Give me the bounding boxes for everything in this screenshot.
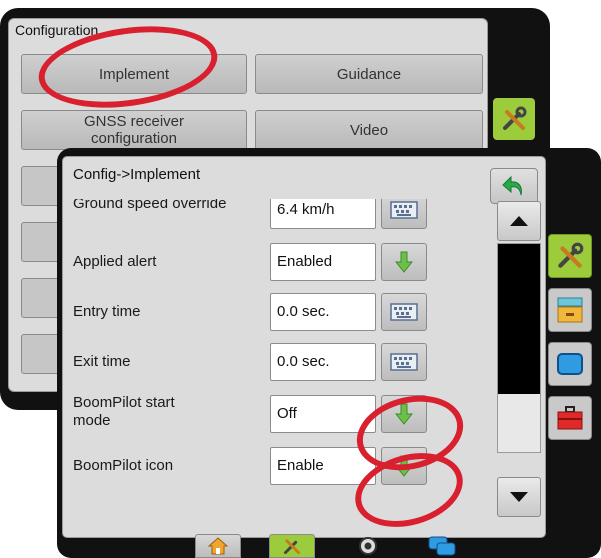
keyboard-icon xyxy=(390,201,418,219)
target-button[interactable] xyxy=(345,534,391,558)
row-label: Ground speed override xyxy=(73,199,227,212)
scrollbar-thumb[interactable] xyxy=(498,244,540,394)
tools-nav-button[interactable] xyxy=(269,534,315,558)
back-button[interactable] xyxy=(490,168,538,204)
video-button-label: Video xyxy=(349,121,389,139)
data-drawer-icon xyxy=(557,297,583,323)
display-button[interactable] xyxy=(548,342,592,386)
list-item: Applied alert Enabled xyxy=(63,241,495,287)
settings-list[interactable]: Ground speed override 6.4 km/h Applied a… xyxy=(63,199,495,499)
home-button[interactable] xyxy=(195,534,241,558)
list-item: Ground speed override 6.4 km/h xyxy=(63,199,495,233)
keyboard-button[interactable] xyxy=(381,343,427,381)
row-label: Entry time xyxy=(73,303,141,320)
value-field[interactable]: 0.0 sec. xyxy=(270,293,376,331)
toolbox-button[interactable] xyxy=(548,396,592,440)
keyboard-icon xyxy=(390,303,418,321)
gnss-receiver-configuration-button[interactable]: GNSS receiver configuration xyxy=(21,110,247,150)
data-drawer-button[interactable] xyxy=(548,288,592,332)
dropdown-button[interactable] xyxy=(381,395,427,433)
list-item: BoomPilot start mode Off xyxy=(63,391,495,437)
target-icon xyxy=(359,537,377,555)
down-arrow-icon xyxy=(510,492,528,502)
tools-tab-button[interactable] xyxy=(548,234,592,278)
scroll-up-button[interactable] xyxy=(497,201,541,241)
green-down-arrow-icon xyxy=(394,251,414,273)
value-field[interactable]: 0.0 sec. xyxy=(270,343,376,381)
value-field[interactable]: Enabled xyxy=(270,243,376,281)
row-label: Exit time xyxy=(73,353,131,370)
tools-icon xyxy=(283,539,301,555)
tools-tab-button[interactable] xyxy=(493,98,535,140)
dropdown-button[interactable] xyxy=(381,447,427,485)
list-item: Entry time 0.0 sec. xyxy=(63,291,495,337)
implement-button-label: Implement xyxy=(98,65,170,83)
value-field[interactable]: 6.4 km/h xyxy=(270,199,376,229)
video-button[interactable]: Video xyxy=(255,110,483,150)
blue-screen-icon xyxy=(557,353,583,375)
keyboard-icon xyxy=(390,353,418,371)
list-item: Exit time 0.0 sec. xyxy=(63,341,495,387)
keyboard-button[interactable] xyxy=(381,293,427,331)
scroll-down-button[interactable] xyxy=(497,477,541,517)
row-label: BoomPilot start mode xyxy=(73,394,175,429)
list-item: BoomPilot icon Enable xyxy=(63,445,495,491)
layers-button[interactable] xyxy=(419,534,465,558)
implement-config-title: Config->Implement xyxy=(73,166,201,183)
red-toolbox-icon xyxy=(557,406,583,430)
bottom-navigation-bar xyxy=(195,534,491,558)
dropdown-button[interactable] xyxy=(381,243,427,281)
back-arrow-icon xyxy=(502,175,522,196)
green-down-arrow-icon xyxy=(394,403,414,425)
value-field[interactable]: Off xyxy=(270,395,376,433)
implement-config-window: Config->Implement Ground speed override … xyxy=(57,148,601,558)
keyboard-button[interactable] xyxy=(381,199,427,229)
guidance-button[interactable]: Guidance xyxy=(255,54,483,94)
layers-icon xyxy=(428,536,456,556)
home-icon xyxy=(208,537,228,555)
value-field[interactable]: Enable xyxy=(270,447,376,485)
up-arrow-icon xyxy=(510,216,528,226)
tools-icon xyxy=(503,106,527,130)
gnss-button-label: GNSS receiver configuration xyxy=(83,113,185,147)
green-down-arrow-icon xyxy=(394,455,414,477)
scrollbar-track[interactable] xyxy=(497,243,541,453)
row-label: Applied alert xyxy=(73,253,157,270)
tools-icon xyxy=(558,242,584,268)
configuration-title: Configuration xyxy=(15,22,99,38)
row-label: BoomPilot icon xyxy=(73,457,174,474)
guidance-button-label: Guidance xyxy=(336,65,402,83)
implement-button[interactable]: Implement xyxy=(21,54,247,94)
implement-config-panel: Config->Implement Ground speed override … xyxy=(62,156,546,538)
